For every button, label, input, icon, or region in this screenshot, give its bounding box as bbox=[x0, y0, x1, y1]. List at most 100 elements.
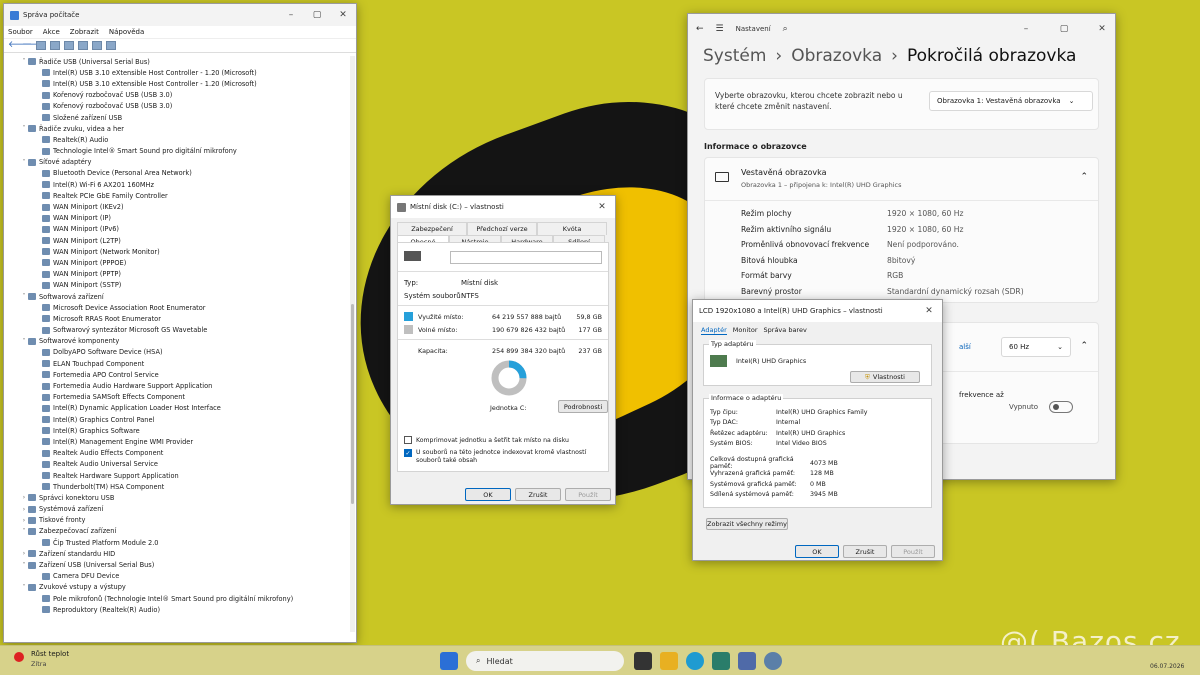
toggle-switch[interactable] bbox=[1049, 401, 1073, 413]
tree-item[interactable]: DolbyAPO Software Device (HSA) bbox=[4, 347, 348, 358]
tree-item[interactable]: Intel(R) USB 3.10 eXtensible Host Contro… bbox=[4, 78, 348, 89]
search-icon[interactable]: ⌕ bbox=[783, 24, 788, 34]
tree-item[interactable]: Intel(R) Wi-Fi 6 AX201 160MHz bbox=[4, 179, 348, 190]
tree-item[interactable]: WAN Miniport (IKEv2) bbox=[4, 201, 348, 212]
tree-item[interactable]: Fortemedia Audio Hardware Support Applic… bbox=[4, 380, 348, 391]
scroll-thumb[interactable] bbox=[351, 304, 354, 504]
tree-item[interactable]: Realtek PCIe GbE Family Controller bbox=[4, 190, 348, 201]
forward-arrow-icon[interactable]: 🡒 bbox=[22, 41, 46, 50]
tree-item[interactable]: › Zařízení standardu HID bbox=[4, 548, 348, 559]
tree-item[interactable]: Softwarový syntezátor Microsoft GS Wavet… bbox=[4, 325, 348, 336]
tree-expander[interactable]: ˅ bbox=[20, 58, 28, 65]
chevron-up-icon[interactable]: ⌃ bbox=[1080, 172, 1088, 182]
details-button[interactable]: Podrobnosti bbox=[558, 400, 608, 413]
tree-item[interactable]: Bluetooth Device (Personal Area Network) bbox=[4, 168, 348, 179]
menu-action[interactable]: Akce bbox=[43, 28, 60, 36]
update-driver-icon[interactable] bbox=[92, 41, 102, 50]
hamburger-icon[interactable]: ☰ bbox=[716, 24, 724, 34]
tree-expander[interactable]: › bbox=[20, 494, 28, 501]
tree-expander[interactable]: ˅ bbox=[20, 528, 28, 535]
maximize-button[interactable]: ▢ bbox=[304, 4, 330, 26]
tree-item[interactable]: ˅ Softwarové komponenty bbox=[4, 336, 348, 347]
tree-expander[interactable]: › bbox=[20, 517, 28, 524]
tree-item[interactable]: WAN Miniport (SSTP) bbox=[4, 280, 348, 291]
tab-quota[interactable]: Kvóta bbox=[537, 222, 607, 235]
tree-item[interactable]: Fortemedia APO Control Service bbox=[4, 369, 348, 380]
tree-item[interactable]: WAN Miniport (PPTP) bbox=[4, 269, 348, 280]
weather-alert-icon[interactable] bbox=[14, 652, 24, 662]
tree-item[interactable]: Microsoft RRAS Root Enumerator bbox=[4, 313, 348, 324]
tree-item[interactable]: WAN Miniport (PPPOE) bbox=[4, 257, 348, 268]
tree-item[interactable]: Thunderbolt(TM) HSA Component bbox=[4, 481, 348, 492]
index-option[interactable]: ✓ U souborů na této jednotce indexovat kr… bbox=[404, 449, 600, 465]
minimize-button[interactable]: – bbox=[1013, 18, 1039, 40]
tree-expander[interactable]: ˅ bbox=[20, 293, 28, 300]
tree-item[interactable]: Pole mikrofonů (Technologie Intel® Smart… bbox=[4, 593, 348, 604]
ok-button[interactable]: OK bbox=[465, 488, 511, 501]
tree-item[interactable]: ˅ Zabezpečovací zařízení bbox=[4, 526, 348, 537]
tree-item[interactable]: Technologie Intel® Smart Sound pro digit… bbox=[4, 146, 348, 157]
menu-file[interactable]: Soubor bbox=[8, 28, 33, 36]
weather-title[interactable]: Růst teplot bbox=[31, 650, 69, 658]
crumb-system[interactable]: Systém bbox=[703, 46, 766, 66]
adapter-properties-button[interactable]: ⛨ Vlastnosti bbox=[850, 371, 920, 383]
tree-item[interactable]: ˅ Řadiče USB (Universal Serial Bus) bbox=[4, 56, 348, 67]
tab-previous-versions[interactable]: Předchozí verze bbox=[467, 222, 537, 235]
tree-expander[interactable]: ˅ bbox=[20, 338, 28, 345]
tree-item[interactable]: Kořenový rozbočovač USB (USB 3.0) bbox=[4, 90, 348, 101]
tree-item[interactable]: WAN Miniport (L2TP) bbox=[4, 235, 348, 246]
tree-expander[interactable]: › bbox=[20, 550, 28, 557]
cancel-button[interactable]: Zrušit bbox=[843, 545, 887, 558]
properties-icon[interactable] bbox=[50, 41, 60, 50]
tree-item[interactable]: Realtek(R) Audio bbox=[4, 134, 348, 145]
tree-item[interactable]: Fortemedia SAMSoft Effects Component bbox=[4, 392, 348, 403]
tree-expander[interactable]: ˅ bbox=[20, 159, 28, 166]
crumb-display[interactable]: Obrazovka bbox=[791, 46, 882, 66]
compress-option[interactable]: Komprimovat jednotku a šetřit tak místo … bbox=[404, 436, 569, 444]
tree-item[interactable]: ˅ Síťové adaptéry bbox=[4, 157, 348, 168]
minimize-button[interactable]: – bbox=[278, 4, 304, 26]
menu-help[interactable]: Nápověda bbox=[109, 28, 144, 36]
ok-button[interactable]: OK bbox=[795, 545, 839, 558]
back-arrow-icon[interactable]: ← bbox=[696, 24, 704, 34]
back-arrow-icon[interactable]: 🡐 bbox=[8, 41, 32, 50]
tree-item[interactable]: ˅ Zvukové vstupy a výstupy bbox=[4, 582, 348, 593]
device-tree[interactable]: ˅ Řadiče USB (Universal Serial Bus) Intel(… bbox=[4, 56, 348, 642]
tree-item[interactable]: WAN Miniport (IPv6) bbox=[4, 224, 348, 235]
tab-security[interactable]: Zabezpečení bbox=[397, 222, 467, 235]
tree-item[interactable]: Realtek Audio Universal Service bbox=[4, 459, 348, 470]
tree-item[interactable]: › Systémová zařízení bbox=[4, 504, 348, 515]
tree-item[interactable]: Intel(R) Dynamic Application Loader Host… bbox=[4, 403, 348, 414]
index-checkbox[interactable]: ✓ bbox=[404, 449, 412, 457]
close-button[interactable]: ✕ bbox=[589, 196, 615, 218]
drive-label-input[interactable] bbox=[450, 251, 602, 264]
tree-item[interactable]: Intel(R) USB 3.10 eXtensible Host Contro… bbox=[4, 67, 348, 78]
cancel-button[interactable]: Zrušit bbox=[515, 488, 561, 501]
tree-item[interactable]: Realtek Audio Effects Component bbox=[4, 448, 348, 459]
tree-item[interactable]: Kořenový rozbočovač USB (USB 3.0) bbox=[4, 101, 348, 112]
device-icon[interactable] bbox=[78, 41, 88, 50]
task-view-icon[interactable] bbox=[634, 652, 652, 670]
apply-button[interactable]: Použít bbox=[565, 488, 611, 501]
tree-item[interactable]: Microsoft Device Association Root Enumer… bbox=[4, 302, 348, 313]
refresh-link[interactable]: alší bbox=[959, 343, 971, 351]
menu-view[interactable]: Zobrazit bbox=[70, 28, 99, 36]
list-all-modes-button[interactable]: Zobrazit všechny režimy bbox=[706, 518, 788, 530]
tree-item[interactable]: Intel(R) Management Engine WMI Provider bbox=[4, 436, 348, 447]
tab-adapter[interactable]: Adaptér bbox=[701, 326, 727, 335]
tree-item[interactable]: Čip Trusted Platform Module 2.0 bbox=[4, 537, 348, 548]
tree-item[interactable]: ˅ Řadiče zvuku, videa a her bbox=[4, 123, 348, 134]
tree-expander[interactable]: ˅ bbox=[20, 125, 28, 132]
compress-checkbox[interactable] bbox=[404, 436, 412, 444]
maximize-button[interactable]: ▢ bbox=[1051, 18, 1077, 40]
tree-item[interactable]: › Správci konektoru USB bbox=[4, 492, 348, 503]
tree-expander[interactable]: › bbox=[20, 506, 28, 513]
tree-item[interactable]: ˅ Zařízení USB (Universal Serial Bus) bbox=[4, 559, 348, 570]
tree-item[interactable]: Složené zařízení USB bbox=[4, 112, 348, 123]
file-explorer-icon[interactable] bbox=[660, 652, 678, 670]
display-dropdown[interactable]: Obrazovka 1: Vestavěná obrazovka ⌄ bbox=[929, 91, 1093, 111]
folder-icon[interactable] bbox=[36, 41, 46, 50]
tree-item[interactable]: WAN Miniport (IP) bbox=[4, 213, 348, 224]
tree-item[interactable]: Intel(R) Graphics Control Panel bbox=[4, 414, 348, 425]
tree-expander[interactable]: ˅ bbox=[20, 584, 28, 591]
